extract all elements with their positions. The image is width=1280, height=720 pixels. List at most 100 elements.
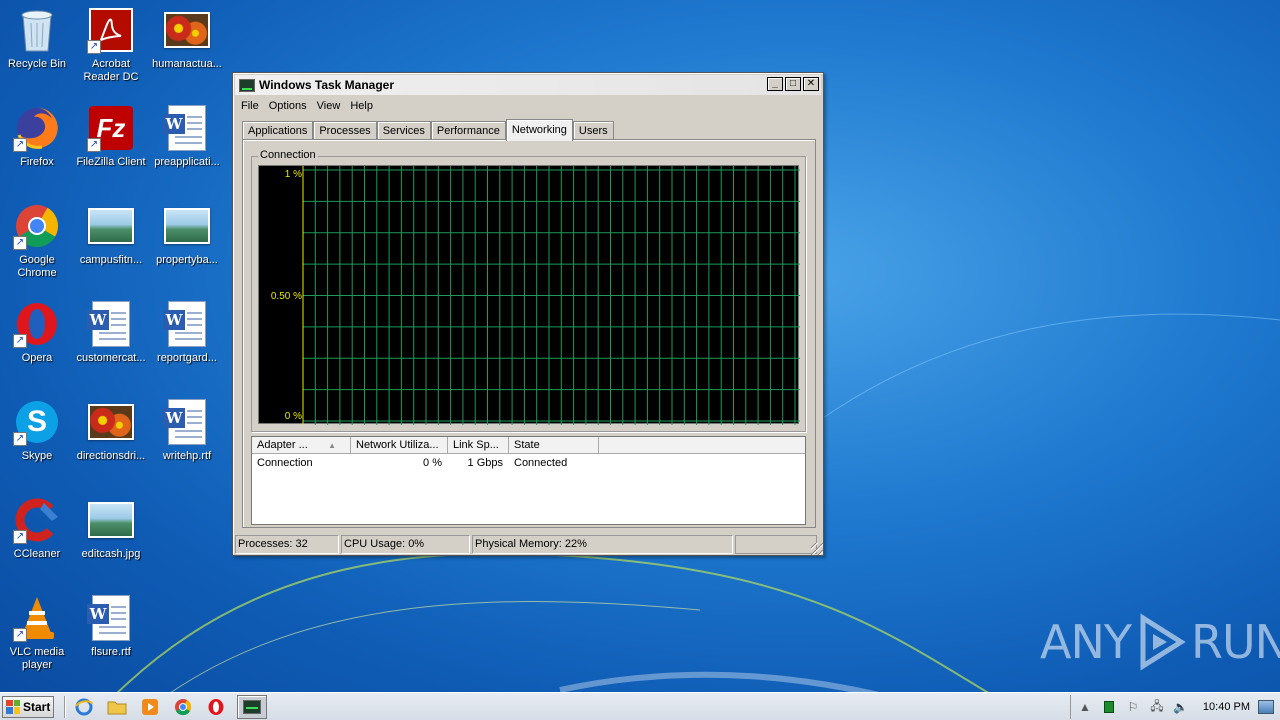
shortcut-arrow-icon: ↗ (13, 236, 27, 250)
desktop-icon-label: writehp.rtf (162, 450, 212, 462)
desktop-icon-label: campusfitn... (79, 254, 143, 266)
desktop-icon-chrome[interactable]: ↗ Google Chrome (0, 202, 74, 292)
desktop-icon-opera[interactable]: ↗ Opera (0, 300, 74, 390)
desktop-icon-humanactua[interactable]: humanactua... (150, 6, 224, 96)
desktop-icon-ccleaner[interactable]: ↗ CCleaner (0, 496, 74, 586)
shortcut-arrow-icon: ↗ (13, 334, 27, 348)
cell-utilization: 0 % (423, 457, 442, 469)
sort-up-icon: ▲ (328, 441, 336, 450)
task-manager-window[interactable]: Windows Task Manager _ □ ✕ File Options … (232, 72, 824, 556)
desktop-icon-label: Google Chrome (17, 254, 57, 279)
graph-grid (302, 166, 800, 425)
graph-y-label-max: 1 % (284, 169, 302, 180)
opera-taskbar-icon[interactable] (204, 696, 228, 718)
desktop-icon-propertyba[interactable]: propertyba... (150, 202, 224, 292)
desktop-icon-label: Firefox (20, 156, 54, 168)
tab-services[interactable]: Services (376, 121, 431, 140)
status-processes: Processes: 32 (235, 535, 339, 554)
column-header-state[interactable]: State (509, 437, 599, 453)
connection-groupbox: Connection 1 % 0.50 % 0 % (251, 149, 806, 432)
desktop-icon-vlc[interactable]: ↗ VLC media player (0, 594, 74, 684)
desktop-icon-skype[interactable]: S ↗ Skype (0, 398, 74, 488)
desktop-icon-label: Opera (21, 352, 53, 364)
desktop-icon-directionsdri[interactable]: directionsdri... (74, 398, 148, 488)
column-header-utilization[interactable]: Network Utiliza... (351, 437, 448, 453)
word-doc-icon: W (163, 104, 211, 152)
system-tray: ▲ ⚐ 🖧 🔈 10:40 PM (1069, 695, 1280, 719)
action-center-icon[interactable]: ⚐ (1125, 699, 1141, 715)
desktop-icon-reportgard[interactable]: W reportgard... (150, 300, 224, 390)
tab-performance[interactable]: Performance (430, 121, 506, 140)
image-file-icon (87, 496, 135, 544)
resize-grip[interactable] (811, 543, 823, 555)
desktop-icon-label: flsure.rtf (91, 646, 131, 658)
green-status-icon[interactable] (1101, 699, 1117, 715)
graph-y-label-min: 0 % (284, 411, 302, 422)
status-bar: Processes: 32 CPU Usage: 0% Physical Mem… (235, 535, 821, 554)
tab-applications[interactable]: Applications (242, 121, 314, 140)
desktop-icon-editcash[interactable]: editcash.jpg (74, 496, 148, 586)
shortcut-arrow-icon: ↗ (87, 40, 101, 54)
window-title: Windows Task Manager (259, 78, 395, 92)
cell-state: Connected (514, 457, 568, 469)
desktop-icon-label: customercat... (76, 352, 146, 364)
word-doc-icon: W (87, 300, 135, 348)
opera-icon: ↗ (13, 300, 61, 348)
title-bar[interactable]: Windows Task Manager _ □ ✕ (235, 75, 821, 95)
media-player-icon[interactable] (138, 696, 162, 718)
task-manager-icon (239, 78, 255, 92)
column-header-adapter[interactable]: Adapter ... ▲ (252, 437, 351, 453)
internet-explorer-icon[interactable] (72, 696, 96, 718)
shortcut-arrow-icon: ↗ (13, 432, 27, 446)
desktop-icon-preapplicati[interactable]: W preapplicati... (150, 104, 224, 194)
task-manager-icon (243, 699, 261, 714)
close-button[interactable]: ✕ (803, 77, 819, 91)
desktop-icon-flsure[interactable]: W flsure.rtf (74, 594, 148, 684)
tab-processes[interactable]: Processes (313, 121, 377, 140)
adapter-list[interactable]: Adapter ... ▲ Network Utiliza... Link Sp.… (251, 436, 806, 525)
menu-options[interactable]: Options (264, 97, 312, 115)
taskbar-separator (64, 695, 66, 718)
tab-users[interactable]: Users (572, 121, 614, 140)
list-item[interactable]: Connection 0 % 1 Gbps Connected (252, 455, 805, 472)
menu-file[interactable]: File (236, 97, 264, 115)
show-hidden-icons-icon[interactable]: ▲ (1077, 699, 1093, 715)
shortcut-arrow-icon: ↗ (13, 530, 27, 544)
desktop-icon-writehp[interactable]: W writehp.rtf (150, 398, 224, 488)
desktop-icon-label: FileZilla Client (76, 156, 146, 168)
desktop-icon-firefox[interactable]: ↗ Firefox (0, 104, 74, 194)
skype-icon: S ↗ (13, 398, 61, 446)
volume-icon[interactable]: 🔈 (1173, 699, 1189, 715)
cell-link-speed: 1 Gbps (467, 457, 503, 469)
desktop-icon-recycle-bin[interactable]: Recycle Bin (0, 6, 74, 96)
desktop-icon-label: Recycle Bin (7, 58, 67, 70)
menu-bar: File Options View Help (236, 97, 378, 115)
image-file-icon (163, 202, 211, 250)
networking-pane: Connection 1 % 0.50 % 0 % Adapter ... ▲ N… (242, 139, 816, 528)
start-label: Start (23, 699, 51, 714)
column-header-link-speed[interactable]: Link Sp... (448, 437, 509, 453)
desktop-icon-label: preapplicati... (154, 156, 220, 168)
graph-y-label-mid: 0.50 % (270, 291, 302, 302)
desktop-icon-customercat[interactable]: W customercat... (74, 300, 148, 390)
clock[interactable]: 10:40 PM (1203, 701, 1250, 713)
desktop-icon-label: editcash.jpg (81, 548, 141, 560)
desktop-icon-campusfitn[interactable]: campusfitn... (74, 202, 148, 292)
maximize-button[interactable]: □ (785, 77, 801, 91)
start-button[interactable]: Start (2, 695, 54, 718)
status-physical-memory: Physical Memory: 22% (472, 535, 733, 554)
tab-networking[interactable]: Networking (505, 119, 573, 141)
desktop-icon-acrobat[interactable]: ↗ Acrobat Reader DC (74, 6, 148, 96)
explorer-folder-icon[interactable] (105, 696, 129, 718)
watermark-text-left: ANY (1040, 615, 1132, 669)
desktop-icon-filezilla[interactable]: Fz ↗ FileZilla Client (74, 104, 148, 194)
shortcut-arrow-icon: ↗ (87, 138, 101, 152)
menu-view[interactable]: View (312, 97, 346, 115)
network-icon[interactable]: 🖧 (1149, 699, 1165, 715)
taskbar: Start ▲ ⚐ 🖧 🔈 10:40 PM (0, 692, 1280, 720)
show-desktop-button[interactable] (1258, 700, 1274, 714)
minimize-button[interactable]: _ (767, 77, 783, 91)
task-manager-taskbar-button[interactable] (237, 694, 267, 719)
chrome-taskbar-icon[interactable] (171, 696, 195, 718)
menu-help[interactable]: Help (345, 97, 378, 115)
